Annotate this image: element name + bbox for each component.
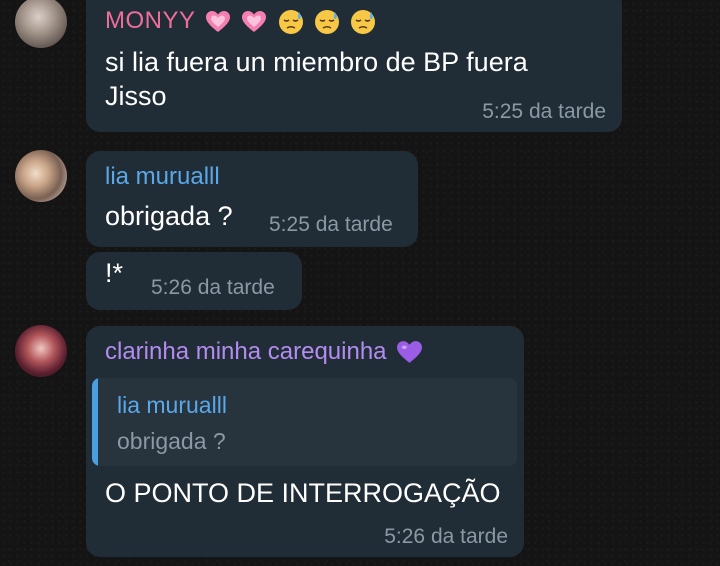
reply-quote-text: obrigada ? (117, 428, 226, 454)
avatar-lia[interactable] (15, 150, 67, 202)
avatar-monyy[interactable] (15, 0, 67, 48)
purple-heart-icon (397, 341, 423, 364)
message-bubble[interactable]: lia murualll obrigada ? 5:25 da tarde (86, 151, 418, 247)
message-timestamp: 5:25 da tarde (269, 213, 393, 236)
sender-name[interactable]: lia murualll (105, 163, 220, 191)
sender-name[interactable]: clarinha minha carequinha (105, 338, 423, 366)
message-text: !* (105, 258, 124, 288)
message-bubble[interactable]: clarinha minha carequinha lia murualll o… (86, 326, 524, 557)
message-text-line: si lia fuera un miembro de BP fuera (105, 47, 528, 77)
message-bubble[interactable]: !* 5:26 da tarde (86, 252, 302, 310)
message-timestamp: 5:25 da tarde (482, 100, 606, 123)
sender-name-text: clarinha minha carequinha (105, 338, 387, 365)
message-timestamp: 5:26 da tarde (384, 525, 508, 548)
avatar-clarinha[interactable] (15, 325, 67, 377)
reply-quote[interactable]: lia murualll obrigada ? (92, 378, 517, 466)
pink-heart-icon (242, 10, 267, 32)
message-bubble[interactable]: MONYY si lia fuera un miembro de BP fuer… (86, 0, 622, 132)
message-timestamp: 5:26 da tarde (151, 276, 275, 299)
sweat-face-icon (314, 9, 339, 34)
sender-name-text: MONYY (105, 7, 196, 34)
reply-quote-bar (92, 378, 98, 466)
sender-name[interactable]: MONYY (105, 7, 376, 35)
sweat-face-icon (278, 9, 303, 34)
sweat-face-icon (350, 9, 375, 34)
message-text: O PONTO DE INTERROGAÇÃO (105, 478, 501, 508)
pink-heart-icon (206, 10, 231, 32)
message-text: obrigada ? (105, 201, 233, 231)
reply-quote-sender: lia murualll (117, 392, 227, 418)
